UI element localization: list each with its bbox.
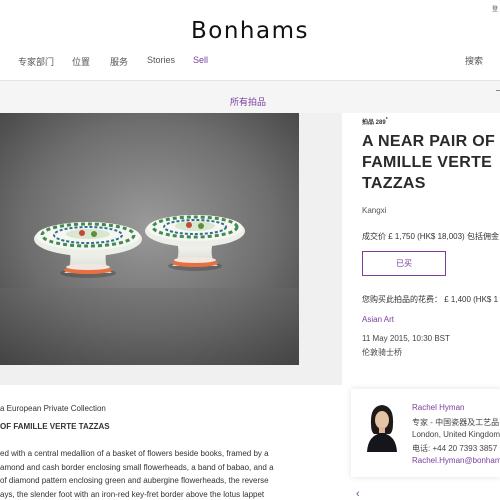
bonhams-logo[interactable]: Bonhams [0, 18, 500, 44]
department-link[interactable]: Asian Art [362, 315, 394, 324]
chevron-left-icon[interactable]: ‹ [356, 488, 360, 500]
nav-item-locations[interactable]: 位置 [72, 55, 102, 68]
lot-title-line: TAZZAS [362, 175, 426, 192]
description-line: ed with a central medallion of a basket … [0, 449, 269, 458]
menu-dash-icon [496, 90, 500, 91]
specialist-location: London, United Kingdom [412, 430, 500, 439]
lot-number: 拍品 289* [362, 117, 388, 126]
specialist-email[interactable]: Rachel.Hyman@bonhams.com [412, 456, 500, 465]
sale-date: 11 May 2015, 10:30 BST [362, 334, 450, 343]
buy-fee: 您购买此拍品的花费： £ 1,400 (HK$ 1 [362, 295, 499, 304]
lot-title-line: FAMILLE VERTE [362, 154, 493, 171]
nav-item-sell[interactable]: Sell [193, 55, 223, 65]
nav-item-stories[interactable]: Stories [147, 55, 187, 65]
lot-title: A NEAR PAIR OF FAMILLE VERTE TAZZAS [362, 131, 500, 194]
login-link[interactable]: 登 [492, 4, 500, 13]
top-header: 登 Bonhams 专家部门 位置 服务 Stories Sell 搜索 [0, 0, 500, 80]
search-link[interactable]: 搜索 [465, 54, 483, 67]
tazzas-image [0, 113, 299, 365]
sale-venue: 伦敦骑士桥 [362, 348, 402, 357]
description-line: of diamond pattern enclosing green and a… [0, 476, 269, 485]
provenance-text: a European Private Collection [0, 404, 106, 413]
description-line: ays, the slender foot with an iron-red k… [0, 489, 265, 499]
specialist-role: 专家 - 中国瓷器及工艺品 [412, 418, 500, 427]
nav-item-services[interactable]: 服务 [110, 55, 140, 68]
lot-photo[interactable] [0, 113, 299, 365]
description-line: amond and cash border enclosing small fl… [0, 462, 274, 472]
all-lots-link[interactable]: 所有拍品 [230, 95, 266, 108]
bought-button[interactable]: 已买 [362, 251, 446, 276]
avatar [365, 402, 399, 452]
specialist-name[interactable]: Rachel Hyman [412, 403, 464, 412]
description-body: ed with a central medallion of a basket … [0, 447, 302, 500]
nav-item-departments[interactable]: 专家部门 [18, 55, 58, 68]
specialist-phone[interactable]: 电话: +44 20 7393 3857 [412, 443, 500, 454]
lot-title-line: A NEAR PAIR OF [362, 133, 496, 150]
description-title: OF FAMILLE VERTE TAZZAS [0, 422, 110, 431]
lot-subtitle: Kangxi [362, 206, 387, 215]
sold-price: 成交价 £ 1,750 (HK$ 18,003) 包括佣金 [362, 232, 499, 241]
